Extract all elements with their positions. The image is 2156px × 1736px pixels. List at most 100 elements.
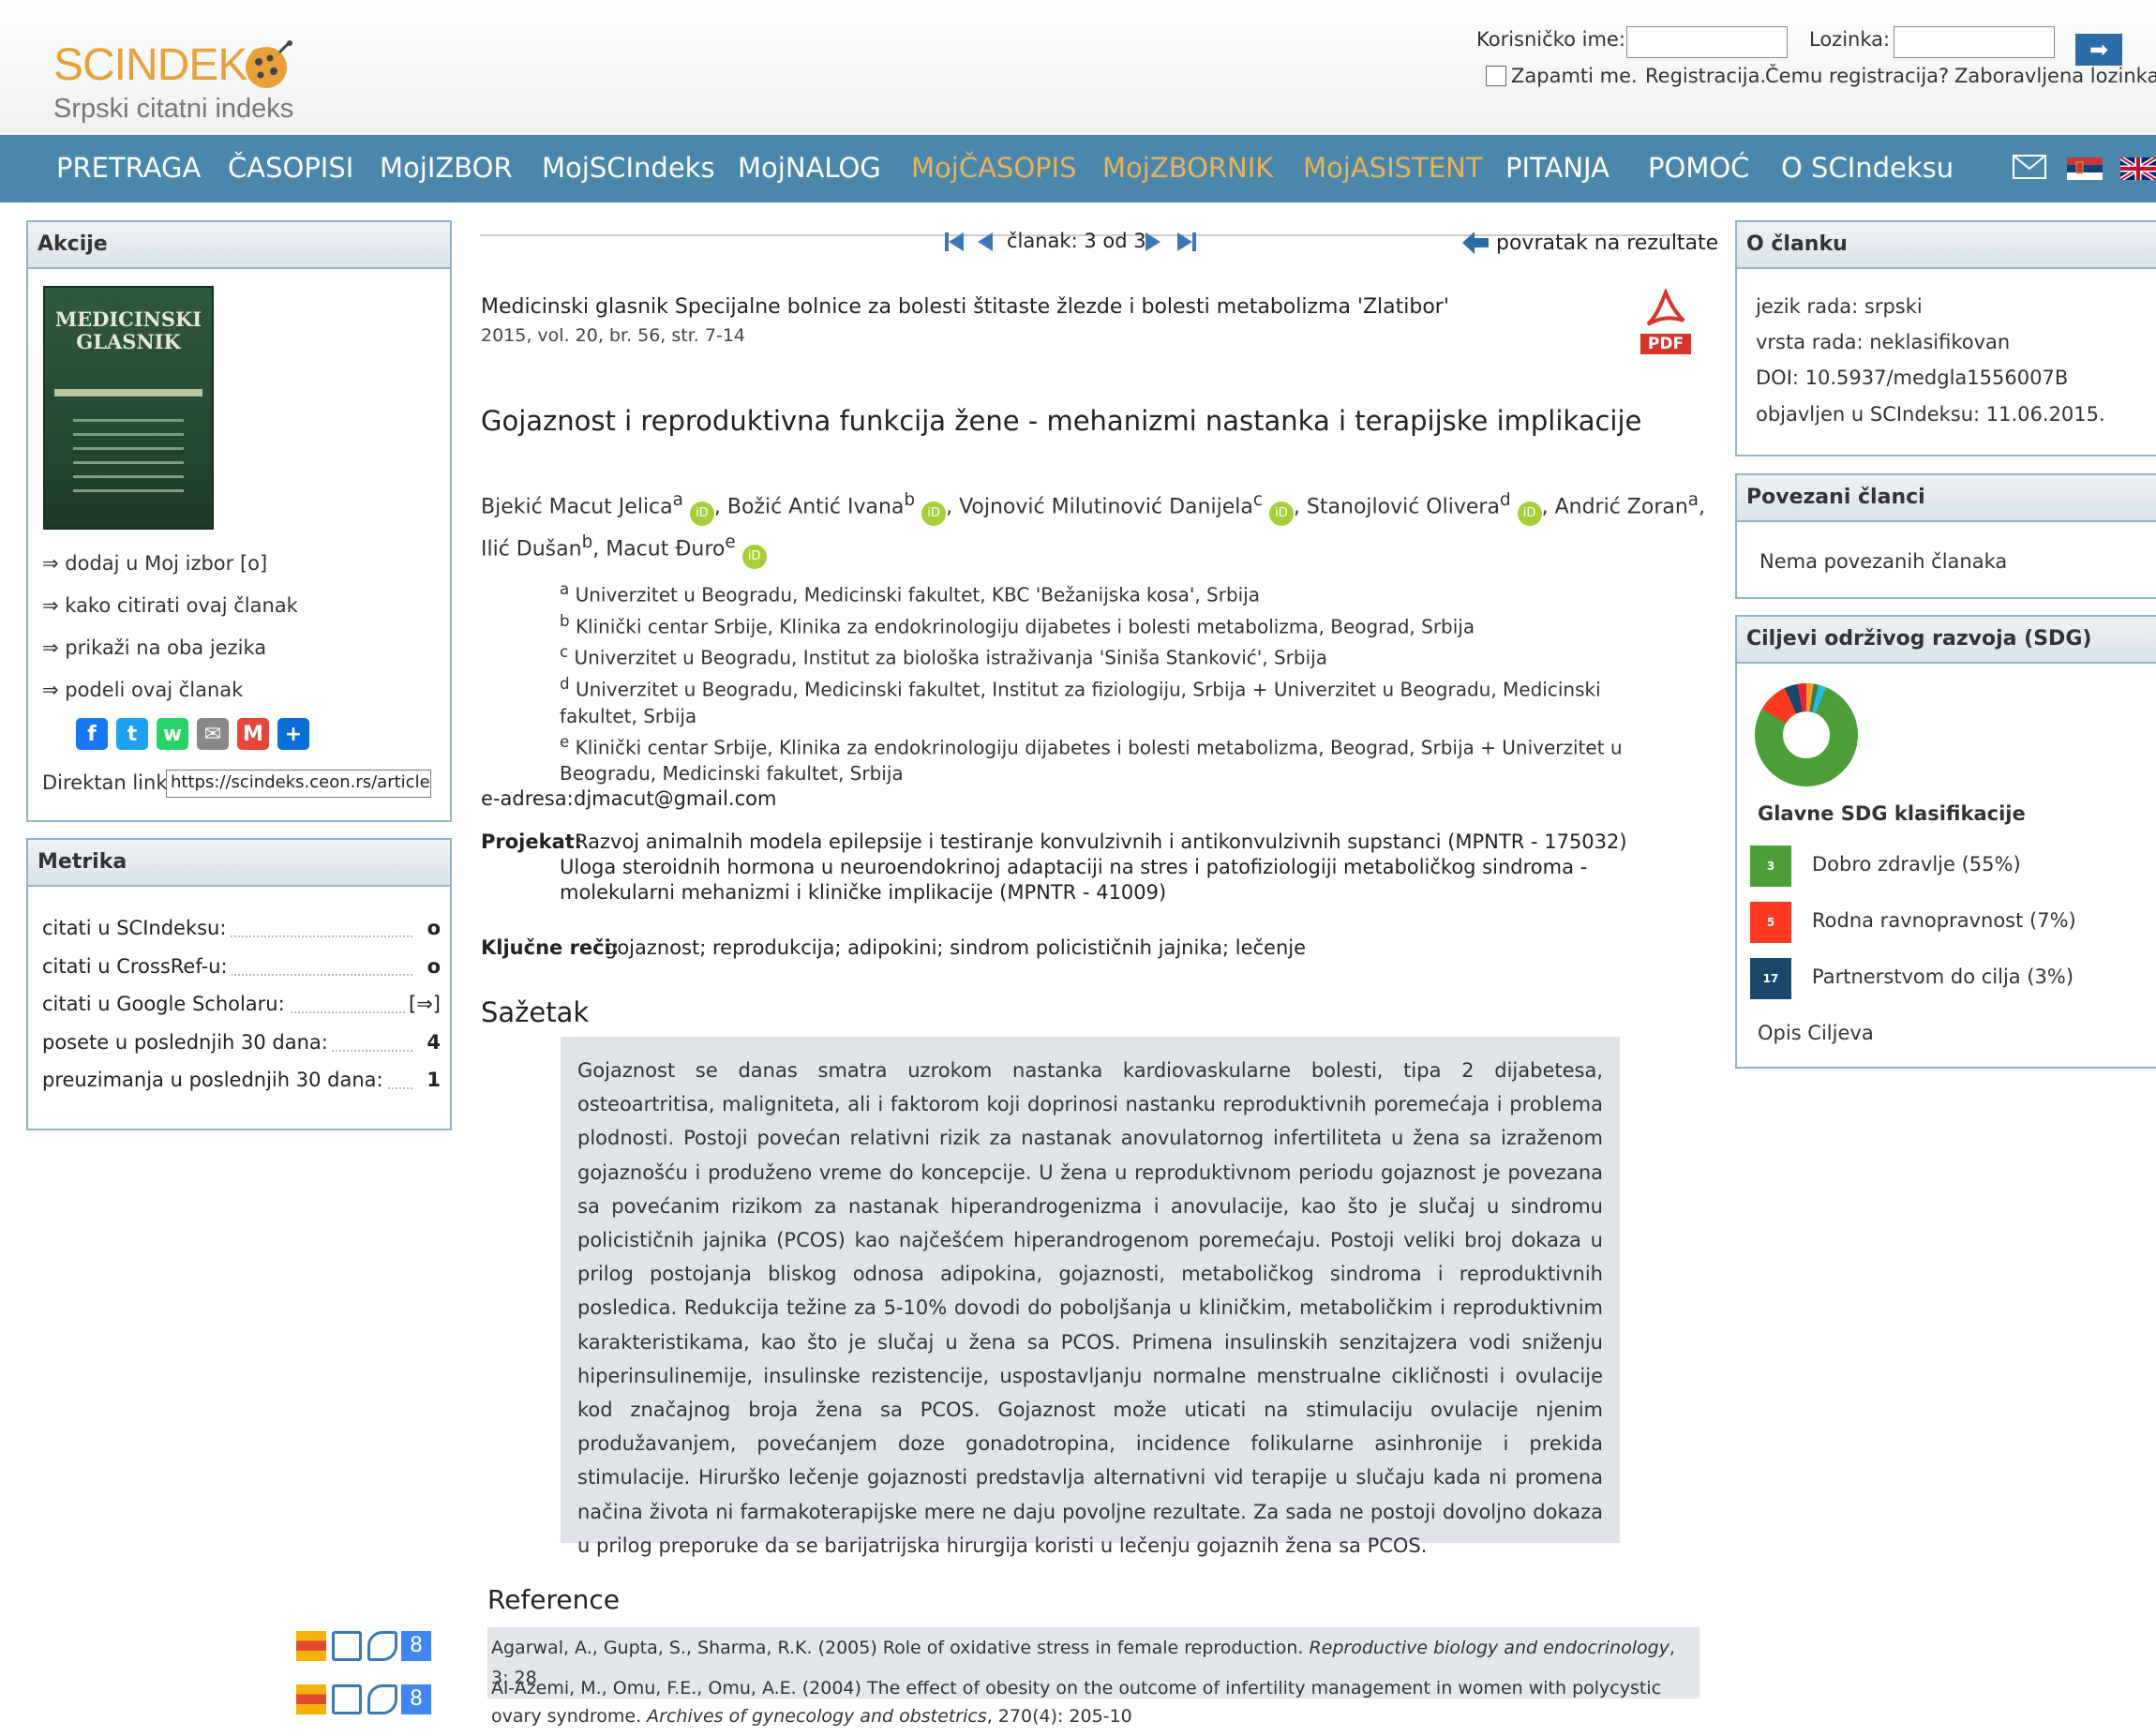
nav-o-scindeksu[interactable]: O SCIndeksu	[1781, 152, 1954, 184]
prev-page-icon[interactable]	[978, 231, 993, 253]
mail-icon[interactable]	[2013, 155, 2046, 179]
username-label: Korisničko ime:	[1476, 28, 1625, 51]
reference-lookup-icons: 8	[296, 1684, 432, 1716]
sdg-item-label[interactable]: Rodna ravnopravnost (7%)	[1812, 909, 2076, 932]
affiliation-item: d Univerzitet u Beogradu, Medicinski fak…	[560, 674, 1601, 727]
register-link[interactable]: Registracija.	[1645, 65, 1766, 87]
author-name[interactable]: Ilić Dušan	[481, 538, 582, 561]
sdg-item-label[interactable]: Partnerstvom do cilja (3%)	[1812, 965, 2074, 988]
whatsapp-icon[interactable]: w	[157, 718, 188, 750]
first-page-icon[interactable]	[945, 231, 964, 253]
nav-pretraga[interactable]: PRETRAGA	[56, 152, 201, 184]
orcid-icon[interactable]: iD	[921, 501, 947, 527]
scindeks-logo[interactable]: SCINDEKS Srpski citatni indeks	[52, 39, 333, 133]
about-panel-title: O članku	[1737, 222, 2156, 269]
author-email-link[interactable]: djmacut@gmail.com	[574, 787, 776, 810]
orcid-icon[interactable]: iD	[741, 544, 767, 569]
scholar-search-icon[interactable]	[367, 1684, 397, 1714]
author-name[interactable]: Vojnović Milutinović Danijela	[959, 495, 1253, 518]
author-name[interactable]: Macut Đuro	[606, 538, 725, 561]
nav-mojnalog[interactable]: MojNALOG	[738, 152, 881, 184]
author-name[interactable]: Stanojlović Olivera	[1307, 495, 1500, 518]
next-page-icon[interactable]	[1145, 231, 1160, 253]
crossref-icon[interactable]	[296, 1684, 326, 1714]
nav-pitanja[interactable]: PITANJA	[1505, 152, 1610, 184]
cover-line	[73, 433, 184, 436]
remember-me-label[interactable]: Zapamti me.	[1511, 65, 1638, 87]
sdg-goals-description-link[interactable]: Opis Ciljeva	[1758, 1022, 1874, 1044]
pubmed-icon[interactable]	[332, 1631, 362, 1661]
crossref-icon[interactable]	[296, 1631, 326, 1661]
show-both-languages-link[interactable]: ⇒ prikaži na oba jezika	[42, 636, 266, 659]
gmail-icon[interactable]: M	[237, 718, 269, 750]
password-input[interactable]	[1894, 26, 2055, 58]
login-submit-button[interactable]: ➡	[2075, 34, 2122, 66]
metric-label: citati u CrossRef-u:	[42, 955, 232, 978]
orcid-icon[interactable]: iD	[1517, 501, 1542, 527]
author-name[interactable]: Andrić Zoran	[1555, 495, 1688, 518]
cover-line	[73, 475, 184, 478]
author-name[interactable]: Božić Antić Ivana	[727, 495, 905, 518]
metric-value: 1	[423, 1069, 441, 1091]
project-line: molekularni mehanizmi i kliničke implika…	[560, 881, 1167, 904]
metric-label: preuzimanja u poslednjih 30 dana:	[42, 1069, 387, 1091]
google-scholar-link[interactable]: [⇒]	[405, 993, 441, 1015]
why-register-link[interactable]: Čemu registracija?	[1765, 65, 1949, 87]
nav-pomoc[interactable]: POMOĆ	[1648, 152, 1749, 184]
username-input[interactable]	[1626, 26, 1788, 58]
article-title: Gojaznost i reproduktivna funkcija žene …	[481, 405, 1642, 437]
pdf-label: PDF	[1640, 334, 1691, 354]
forgot-password-link[interactable]: Zaboravljena lozinka!	[1954, 65, 2156, 87]
affiliations-list: a Univerzitet u Beogradu, Medicinski fak…	[560, 576, 1713, 786]
authors-list: Bjekić Macut Jelicaa iD, Božić Antić Iva…	[481, 484, 1709, 569]
author-affiliation-sup: a	[1687, 490, 1699, 510]
metric-value: o	[423, 955, 441, 978]
back-arrow-icon[interactable]	[1462, 231, 1489, 255]
nav-casopisi[interactable]: ČASOPISI	[228, 152, 353, 184]
nav-mojscindeks[interactable]: MojSCIndeks	[542, 152, 715, 184]
sdg-gender-equality-icon[interactable]: 5	[1750, 902, 1791, 943]
facebook-icon[interactable]: f	[76, 718, 108, 750]
affiliation-item: a Univerzitet u Beogradu, Medicinski fak…	[560, 580, 1261, 606]
remember-me-checkbox[interactable]	[1486, 66, 1506, 86]
direct-link-input[interactable]: https://scindeks.ceon.rs/article	[166, 770, 431, 798]
doi-link[interactable]: DOI: 10.5937/medgla1556007B	[1756, 367, 2068, 389]
google-icon[interactable]: 8	[401, 1631, 431, 1661]
nav-mojasistent[interactable]: MojASISTENT	[1303, 152, 1482, 184]
journal-name[interactable]: Medicinski glasnik Specijalne bolnice za…	[481, 295, 1449, 319]
reference-lookup-icons: 8	[296, 1631, 432, 1663]
journal-cover-image[interactable]: MEDICINSKI GLASNIK	[43, 286, 214, 530]
project-line: Razvoj animalnih modela epilepsije i tes…	[575, 831, 1627, 853]
email-share-icon[interactable]: ✉	[197, 718, 229, 750]
password-label: Lozinka:	[1809, 28, 1891, 51]
sdg-donut-chart[interactable]	[1754, 682, 1859, 787]
twitter-icon[interactable]: t	[116, 718, 148, 750]
add-to-my-selection-link[interactable]: ⇒ dodaj u Moj izbor [o]	[42, 552, 267, 575]
sdg-partnerships-icon[interactable]: 17	[1750, 958, 1791, 999]
back-to-results-link[interactable]: povratak na rezultate	[1496, 232, 1718, 255]
affiliation-item: c Univerzitet u Beogradu, Institut za bi…	[560, 643, 1327, 669]
author-name[interactable]: Bjekić Macut Jelica	[481, 495, 673, 518]
sdg-good-health-icon[interactable]: 3	[1750, 846, 1791, 887]
orcid-icon[interactable]: iD	[689, 501, 714, 527]
metric-row[interactable]: citati u Google Scholaru: [⇒]	[42, 993, 441, 1021]
metrics-panel-title: Metrika	[28, 840, 450, 887]
sdg-item-label[interactable]: Dobro zdravlje (55%)	[1812, 853, 2021, 875]
pdf-download-icon[interactable]: PDF	[1639, 287, 1693, 356]
orcid-icon[interactable]: iD	[1268, 501, 1294, 527]
last-page-icon[interactable]	[1177, 231, 1196, 253]
how-to-cite-link[interactable]: ⇒ kako citirati ovaj članak	[42, 594, 298, 617]
share-article-link[interactable]: ⇒ podeli ovaj članak	[42, 679, 243, 701]
pubmed-icon[interactable]	[332, 1684, 362, 1714]
article-type-info: vrsta rada: neklasifikovan	[1756, 331, 2011, 353]
flag-uk-icon[interactable]	[2120, 157, 2156, 180]
share-plus-icon[interactable]: +	[277, 718, 309, 750]
author-affiliation-sup: e	[725, 532, 736, 553]
flag-serbia-icon[interactable]	[2067, 157, 2103, 180]
google-icon[interactable]: 8	[401, 1684, 431, 1714]
scholar-search-icon[interactable]	[367, 1631, 397, 1661]
nav-mojzbornik[interactable]: MojZBORNIK	[1102, 152, 1273, 184]
nav-mojcasopis[interactable]: MojČASOPIS	[911, 152, 1077, 184]
nav-mojizbor[interactable]: MojIZBOR	[380, 152, 513, 184]
main-nav: PRETRAGA ČASOPISI MojIZBOR MojSCIndeks M…	[0, 135, 2156, 202]
